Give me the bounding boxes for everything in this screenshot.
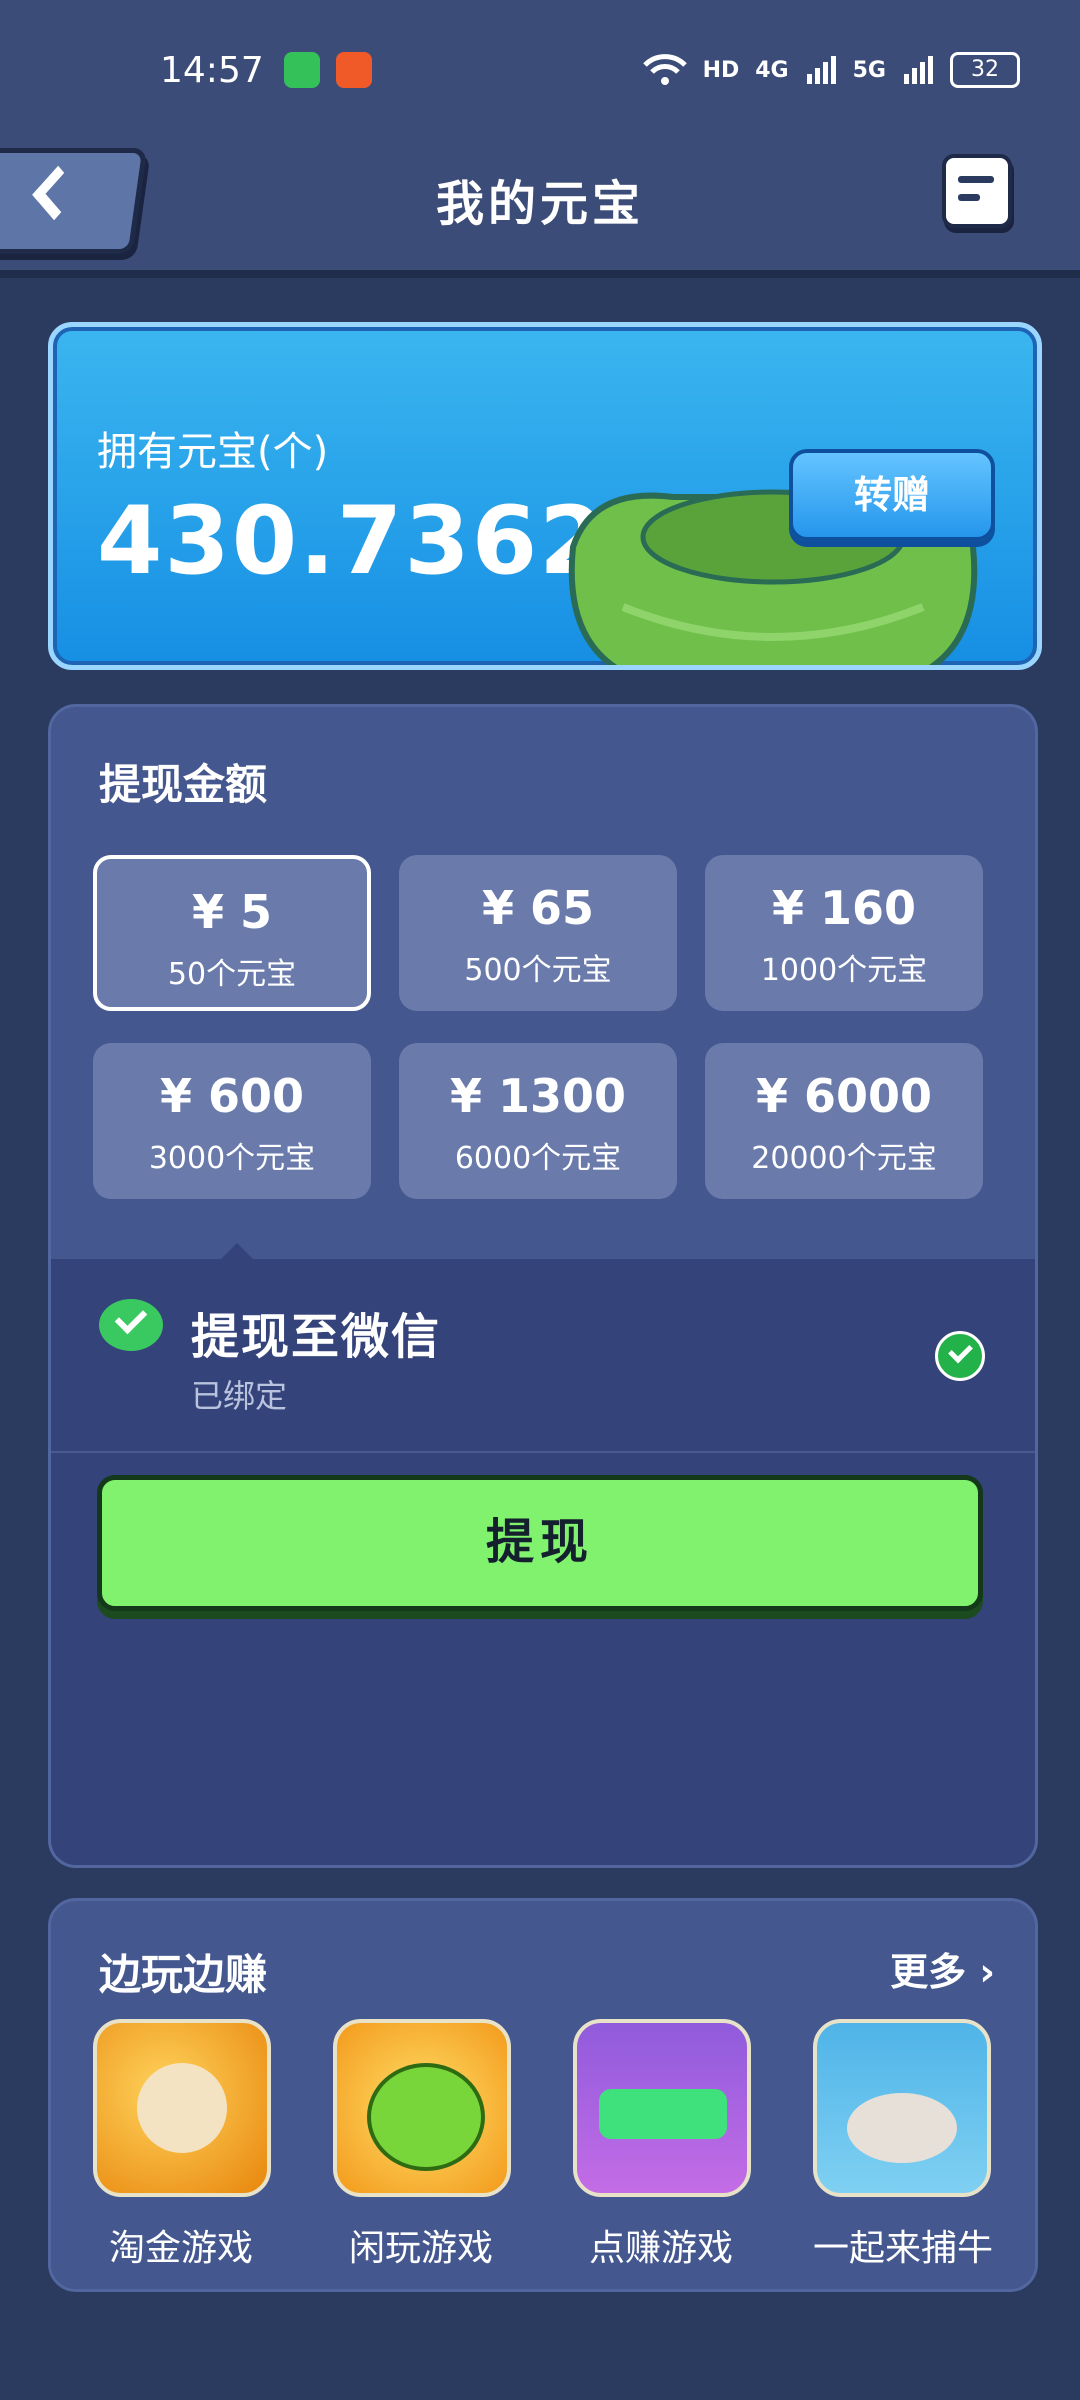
option-price: ¥ 65 — [481, 881, 595, 935]
game-name: 点赚游戏 — [588, 2228, 733, 2269]
menu-line-icon — [958, 176, 994, 183]
page-title: 我的元宝 — [435, 176, 644, 232]
wechat-icon — [99, 1299, 163, 1351]
game-item-click[interactable]: 点赚游戏 — [573, 2019, 751, 2271]
more-link[interactable]: 更多 › — [890, 1941, 995, 1996]
option-cost: 1000个元宝 — [760, 953, 928, 988]
option-cost: 20000个元宝 — [751, 1141, 937, 1176]
amount-option-1300[interactable]: ¥ 1300 6000个元宝 — [399, 1043, 677, 1199]
earn-section-title: 边玩边赚 — [99, 1950, 268, 1999]
withdraw-button[interactable]: 提现 — [97, 1475, 983, 1611]
game-item-cattle[interactable]: 一起来捕牛 — [813, 2019, 994, 2271]
option-price: ¥ 5 — [191, 885, 273, 939]
option-cost: 500个元宝 — [464, 953, 612, 988]
balance-value: 430.7362 — [97, 487, 607, 596]
option-price: ¥ 1300 — [449, 1069, 627, 1123]
option-cost: 50个元宝 — [167, 957, 297, 992]
wifi-icon — [642, 54, 687, 85]
signal-5g-icon: 5G — [852, 57, 886, 83]
status-time: 14:57 — [160, 50, 264, 91]
records-menu-button[interactable] — [942, 154, 1012, 228]
option-cost: 3000个元宝 — [148, 1141, 316, 1176]
game-item-leisure[interactable]: 闲玩游戏 — [333, 2019, 511, 2271]
signal-4g-icon: 4G — [755, 57, 789, 83]
hd-indicator: HD — [702, 57, 740, 83]
withdraw-method-title: 提现至微信 — [191, 1309, 442, 1365]
status-bar: 14:57 HD 4G 5G 32 — [0, 0, 1080, 140]
checkmark-icon — [948, 1338, 973, 1364]
option-price: ¥ 6000 — [755, 1069, 933, 1123]
message-notification-icon — [284, 52, 320, 88]
menu-line-icon — [958, 194, 980, 201]
green-monster-game-icon — [333, 2019, 511, 2197]
amount-option-5[interactable]: ¥ 5 50个元宝 — [93, 855, 371, 1011]
method-selected-check-icon[interactable] — [935, 1331, 985, 1381]
status-indicators: HD 4G 5G 32 — [642, 52, 1020, 88]
withdraw-panel: 提现金额 ¥ 5 50个元宝 ¥ 65 500个元宝 ¥ 160 1000个元宝… — [48, 704, 1038, 1868]
option-price: ¥ 160 — [771, 881, 917, 935]
app-notification-icon — [336, 52, 372, 88]
game-name: 闲玩游戏 — [348, 2228, 493, 2269]
withdraw-method-status: 已绑定 — [191, 1377, 288, 1415]
click-earn-game-icon — [573, 2019, 751, 2197]
earn-section: 边玩边赚 更多 › 淘金游戏 闲玩游戏 点赚游戏 一起来捕牛 — [48, 1898, 1038, 2292]
withdraw-amount-title: 提现金额 — [99, 760, 268, 809]
selection-pointer — [219, 1243, 255, 1261]
game-item-gold[interactable]: 淘金游戏 — [93, 2019, 271, 2271]
amount-option-6000[interactable]: ¥ 6000 20000个元宝 — [705, 1043, 983, 1199]
signal-bars-icon — [806, 56, 836, 84]
balance-label: 拥有元宝(个) — [97, 429, 329, 475]
gold-miner-game-icon — [93, 2019, 271, 2197]
divider — [51, 1451, 1035, 1453]
amount-option-600[interactable]: ¥ 600 3000个元宝 — [93, 1043, 371, 1199]
battery-icon: 32 — [950, 52, 1020, 88]
option-cost: 6000个元宝 — [454, 1141, 622, 1176]
balance-card: 拥有元宝(个) 430.7362 转赠 — [48, 322, 1042, 670]
amount-option-65[interactable]: ¥ 65 500个元宝 — [399, 855, 677, 1011]
transfer-button[interactable]: 转赠 — [789, 449, 995, 541]
header: 我的元宝 — [0, 140, 1080, 278]
cattle-catch-game-icon — [813, 2019, 991, 2197]
checkmark-icon — [114, 1301, 148, 1335]
amount-option-160[interactable]: ¥ 160 1000个元宝 — [705, 855, 983, 1011]
game-name: 淘金游戏 — [108, 2228, 253, 2269]
game-name: 一起来捕牛 — [813, 2228, 994, 2269]
signal-bars-icon — [904, 56, 933, 84]
option-price: ¥ 600 — [159, 1069, 305, 1123]
